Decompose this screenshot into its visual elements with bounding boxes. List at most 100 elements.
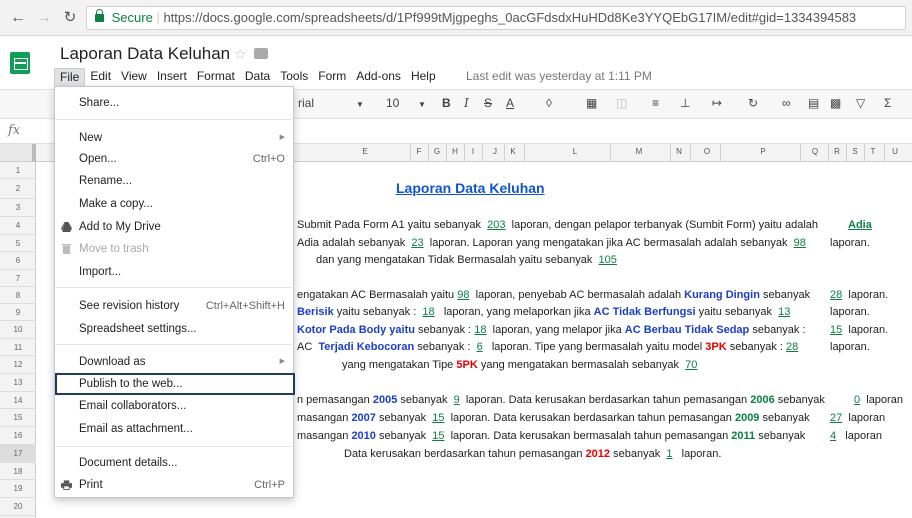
column-header[interactable]: M (632, 147, 646, 156)
column-header[interactable]: S (848, 147, 862, 156)
menu-email-collaborators[interactable]: Email collaborators... (55, 396, 295, 416)
row-header[interactable]: 18 (0, 463, 36, 480)
menu-spreadsheet-settings[interactable]: Spreadsheet settings... (55, 319, 295, 339)
font-chevron-icon[interactable]: ▼ (356, 100, 364, 109)
menu-make-copy[interactable]: Make a copy... (55, 194, 295, 214)
menu-print[interactable]: Print Ctrl+P (55, 475, 295, 495)
menu-insert[interactable]: Insert (152, 68, 192, 86)
row-5-end[interactable]: laporan. (830, 237, 870, 249)
filter-icon[interactable]: ▽ (856, 96, 865, 110)
menu-help[interactable]: Help (406, 68, 441, 86)
row-header[interactable]: 6 (0, 252, 36, 270)
row-10-end[interactable]: 15 laporan. (830, 324, 888, 336)
row-header[interactable]: 3 (0, 199, 36, 217)
bold-icon[interactable]: B (442, 96, 451, 110)
row-header[interactable]: 10 (0, 321, 36, 339)
row-16-text[interactable]: masangan 2010 sebanyak 15 laporan. Data … (297, 430, 805, 442)
column-header[interactable]: U (888, 147, 902, 156)
column-header[interactable]: L (568, 147, 582, 156)
row-header[interactable]: 20 (0, 498, 36, 516)
column-header[interactable]: K (506, 147, 520, 156)
column-header[interactable]: P (756, 147, 770, 156)
column-header[interactable]: N (672, 147, 686, 156)
column-divider[interactable] (690, 144, 691, 162)
menu-email-attachment[interactable]: Email as attachment... (55, 419, 295, 439)
row-11-end[interactable]: laporan. (830, 341, 870, 353)
column-divider[interactable] (464, 144, 465, 162)
menu-view[interactable]: View (116, 68, 152, 86)
wrap-icon[interactable]: ↦ (712, 96, 722, 110)
column-header[interactable]: E (358, 147, 372, 156)
row-header[interactable]: 2 (0, 179, 36, 199)
row-header[interactable]: 4 (0, 217, 36, 235)
menu-edit[interactable]: Edit (85, 68, 116, 86)
row-14-end[interactable]: 0 laporan (854, 394, 903, 406)
menu-file[interactable]: File (54, 68, 86, 86)
comment-icon[interactable]: ▤ (808, 96, 819, 110)
last-edit-status[interactable]: Last edit was yesterday at 1:11 PM (466, 69, 652, 83)
sheet-title-cell[interactable]: Laporan Data Keluhan (396, 180, 545, 196)
address-bar[interactable]: Secure | https://docs.google.com/spreads… (86, 6, 906, 30)
column-header[interactable]: R (830, 147, 844, 156)
rotate-icon[interactable]: ↻ (748, 96, 758, 110)
text-color-icon[interactable]: A (506, 96, 514, 110)
row-12-text[interactable]: yang mengatakan Tipe 5PK yang mengatakan… (342, 359, 697, 371)
menu-move-to-trash[interactable]: Move to trash (55, 239, 295, 259)
row-15-end[interactable]: 27 laporan (830, 412, 885, 424)
merge-icon[interactable]: ◫ (616, 96, 627, 110)
italic-icon[interactable]: I (464, 96, 469, 110)
row-9-text[interactable]: Berisik yaitu sebanyak : 18 laporan, yan… (297, 306, 790, 318)
row-10-text[interactable]: Kotor Pada Body yaitu sebanyak : 18 lapo… (297, 324, 806, 336)
font-family-select[interactable]: rial (298, 96, 314, 110)
column-header[interactable]: T (866, 147, 880, 156)
menu-share[interactable]: Share... (55, 93, 295, 113)
menu-new[interactable]: New ▶ (55, 128, 295, 148)
row-header[interactable]: 9 (0, 304, 36, 321)
menu-open[interactable]: Open... Ctrl+O (55, 149, 295, 169)
folder-icon[interactable] (254, 48, 268, 59)
font-size-select[interactable]: 10 (386, 96, 399, 110)
row-8-end[interactable]: 28 laporan. (830, 289, 888, 301)
sheets-logo-icon[interactable] (10, 52, 30, 74)
row-header[interactable]: 15 (0, 409, 36, 427)
column-divider[interactable] (846, 144, 847, 162)
row-header[interactable]: 17 (0, 445, 36, 463)
row-header[interactable]: 19 (0, 480, 36, 498)
row-17-text[interactable]: Data kerusakan berdasarkan tahun pemasan… (344, 448, 721, 460)
column-divider[interactable] (828, 144, 829, 162)
column-divider[interactable] (884, 144, 885, 162)
column-divider[interactable] (800, 144, 801, 162)
row-4-text[interactable]: Submit Pada Form A1 yaitu sebanyak 203 l… (297, 219, 818, 231)
column-divider[interactable] (482, 144, 483, 162)
row-4-name[interactable]: Adia (848, 219, 872, 231)
strikethrough-icon[interactable]: S (484, 96, 492, 110)
forward-icon[interactable]: → (34, 9, 54, 27)
row-header[interactable]: 1 (0, 162, 36, 179)
menu-format[interactable]: Format (192, 68, 240, 86)
column-header[interactable]: F (412, 147, 426, 156)
align-icon[interactable]: ≡ (652, 96, 659, 110)
menu-document-details[interactable]: Document details... (55, 453, 295, 473)
column-header[interactable]: I (466, 147, 480, 156)
menu-addons[interactable]: Add-ons (351, 68, 406, 86)
menu-tools[interactable]: Tools (275, 68, 313, 86)
back-icon[interactable]: ← (8, 9, 28, 27)
column-divider[interactable] (610, 144, 611, 162)
column-divider[interactable] (410, 144, 411, 162)
row-header[interactable]: 12 (0, 356, 36, 374)
size-chevron-icon[interactable]: ▼ (418, 100, 426, 109)
row-6-text[interactable]: dan yang mengatakan Tidak Bermasalah yai… (316, 254, 617, 266)
valign-icon[interactable]: ⊥ (680, 96, 690, 110)
select-all-corner[interactable] (0, 144, 36, 162)
row-header[interactable]: 13 (0, 374, 36, 392)
menu-data[interactable]: Data (240, 68, 275, 86)
column-divider[interactable] (446, 144, 447, 162)
menu-revision-history[interactable]: See revision history Ctrl+Alt+Shift+H (55, 296, 295, 316)
row-header[interactable]: 16 (0, 427, 36, 445)
menu-rename[interactable]: Rename... (55, 171, 295, 191)
borders-icon[interactable]: ▦ (586, 96, 597, 110)
star-icon[interactable]: ☆ (234, 46, 247, 63)
column-divider[interactable] (504, 144, 505, 162)
row-5-text[interactable]: Adia adalah sebanyak 23 laporan. Laporan… (297, 237, 806, 249)
column-divider[interactable] (864, 144, 865, 162)
